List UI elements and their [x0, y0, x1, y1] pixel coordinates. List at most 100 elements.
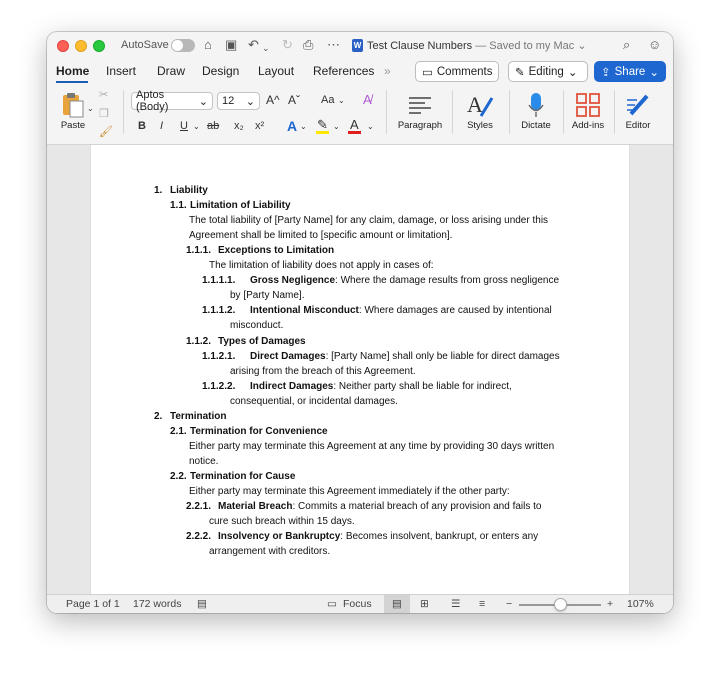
- clause-heading: Termination for Cause: [190, 470, 296, 482]
- clause-text: : Where damages are caused by intentiona…: [358, 305, 552, 317]
- autosave-toggle[interactable]: [171, 39, 195, 52]
- proofing-icon[interactable]: ▤: [197, 598, 207, 610]
- document-canvas[interactable]: 1. Liability 1.1. Limitation of Liability Th…: [47, 144, 673, 595]
- document-line[interactable]: notice.: [189, 455, 218, 469]
- subscript-button[interactable]: x₂: [234, 120, 244, 132]
- page-count[interactable]: Page 1 of 1: [66, 598, 120, 610]
- document-line[interactable]: cure such breach within 15 days.: [209, 515, 355, 529]
- document-line[interactable]: 1. Liability: [154, 184, 208, 198]
- chevron-down-icon[interactable]: ⌄: [367, 122, 374, 131]
- italic-button[interactable]: I: [160, 120, 163, 132]
- document-line[interactable]: Either party may terminate this Agreemen…: [189, 440, 554, 454]
- share-button[interactable]: ⇪ Share ⌄: [594, 61, 666, 82]
- minimize-window-button[interactable]: [75, 40, 87, 52]
- more-tabs-icon[interactable]: »: [384, 64, 391, 78]
- document-line[interactable]: Agreement shall be limited to [specific …: [189, 229, 452, 243]
- clipboard-icon: [61, 90, 85, 120]
- print-icon[interactable]: ⎙: [303, 37, 313, 53]
- clause-heading: Direct Damages: [250, 350, 326, 362]
- outline-view-icon[interactable]: ☰: [451, 598, 460, 610]
- document-line[interactable]: 1.1. Limitation of Liability: [170, 199, 291, 213]
- document-line[interactable]: 2.2. Termination for Cause: [170, 470, 295, 484]
- change-case-button[interactable]: Aa: [321, 94, 334, 106]
- document-line[interactable]: 2.1. Termination for Convenience: [170, 425, 328, 439]
- addins-button[interactable]: Add-ins: [569, 90, 607, 131]
- document-line[interactable]: by [Party Name].: [230, 289, 304, 303]
- document-line[interactable]: consequential, or incidental damages.: [230, 395, 398, 409]
- document-line[interactable]: 2.2.2. Insolvency or Bankruptcy: Becomes …: [186, 530, 538, 544]
- zoom-slider-thumb[interactable]: [554, 598, 567, 611]
- editing-button[interactable]: ✎ Editing ⌄: [508, 61, 588, 82]
- font-color-icon[interactable]: A: [350, 117, 359, 132]
- shrink-font-button[interactable]: Aˇ: [288, 93, 300, 107]
- font-size-select[interactable]: 12 ⌄: [217, 92, 260, 110]
- undo-dropdown-icon[interactable]: ⌄: [262, 40, 270, 56]
- paste-dropdown-icon[interactable]: ⌄: [87, 104, 94, 113]
- zoom-level[interactable]: 107%: [627, 598, 654, 610]
- bold-button[interactable]: B: [138, 120, 146, 132]
- paste-button[interactable]: Paste: [58, 90, 88, 131]
- document-line[interactable]: Either party may terminate this Agreemen…: [189, 485, 510, 499]
- save-icon[interactable]: ▣: [225, 37, 237, 53]
- title-bar: AutoSave ⌂ ▣ ↶ ⌄ ↻ ⎙ ⋯ W Test Clause Num…: [47, 32, 673, 58]
- document-line[interactable]: misconduct.: [230, 319, 283, 333]
- zoom-window-button[interactable]: [93, 40, 105, 52]
- zoom-in-button[interactable]: +: [607, 598, 613, 610]
- tab-references[interactable]: References: [313, 64, 374, 78]
- tab-insert[interactable]: Insert: [106, 64, 136, 78]
- document-line[interactable]: 1.1.2.2. Indirect Damages: Neither party …: [202, 380, 512, 394]
- document-title[interactable]: Test Clause Numbers — Saved to my Mac ⌄: [367, 39, 587, 52]
- editor-button[interactable]: Editor: [620, 90, 656, 131]
- text-effects-icon[interactable]: A: [287, 118, 297, 134]
- dictate-button[interactable]: Dictate: [516, 90, 556, 131]
- document-line[interactable]: 1.1.1.2. Intentional Misconduct: Where da…: [202, 304, 552, 318]
- document-line[interactable]: 2.2.1. Material Breach: Commits a materia…: [186, 500, 541, 514]
- close-window-button[interactable]: [57, 40, 69, 52]
- comments-button[interactable]: ▭ Comments: [415, 61, 499, 82]
- document-page[interactable]: 1. Liability 1.1. Limitation of Liability Th…: [90, 145, 630, 595]
- document-line[interactable]: 1.1.2. Types of Damages: [186, 335, 306, 349]
- tab-home[interactable]: Home: [56, 64, 89, 78]
- word-count[interactable]: 172 words: [133, 598, 181, 610]
- document-line[interactable]: 2. Termination: [154, 410, 226, 424]
- copy-icon[interactable]: ❐: [99, 107, 109, 120]
- document-line[interactable]: 1.1.1.1. Gross Negligence: Where the dama…: [202, 274, 559, 288]
- tab-layout[interactable]: Layout: [258, 64, 294, 78]
- underline-button[interactable]: U: [180, 120, 188, 132]
- font-name-select[interactable]: Aptos (Body) ⌄: [131, 89, 213, 113]
- grow-font-button[interactable]: A^: [266, 93, 280, 107]
- search-icon[interactable]: ⌕: [623, 37, 630, 53]
- strikethrough-button[interactable]: ab: [207, 120, 219, 132]
- chevron-down-icon[interactable]: ⌄: [193, 122, 200, 131]
- focus-button[interactable]: Focus: [343, 598, 372, 610]
- paragraph-button[interactable]: Paragraph: [394, 90, 446, 131]
- styles-button[interactable]: A Styles: [459, 90, 501, 131]
- redo-icon[interactable]: ↻: [282, 37, 293, 53]
- cut-icon[interactable]: ✂: [99, 88, 108, 101]
- document-line[interactable]: The total liability of [Party Name] for …: [189, 214, 548, 228]
- draft-view-icon[interactable]: ≡: [479, 598, 485, 610]
- home-icon[interactable]: ⌂: [204, 37, 212, 53]
- tab-design[interactable]: Design: [202, 64, 239, 78]
- clause-text: : Where the damage results from gross ne…: [335, 275, 560, 287]
- document-line[interactable]: arising from the breach of this Agreemen…: [230, 365, 416, 379]
- tab-draw[interactable]: Draw: [157, 64, 185, 78]
- document-line[interactable]: 1.1.1. Exceptions to Limitation: [186, 244, 334, 258]
- clause-heading: Exceptions to Limitation: [218, 245, 335, 257]
- document-line[interactable]: arrangement with creditors.: [209, 545, 330, 559]
- focus-icon[interactable]: ▭: [327, 598, 337, 610]
- account-icon[interactable]: ☺: [648, 37, 661, 53]
- document-line[interactable]: 1.1.2.1. Direct Damages: [Party Name] sha…: [202, 350, 560, 364]
- format-painter-icon[interactable]: 🖌: [99, 125, 113, 138]
- chevron-down-icon[interactable]: ⌄: [338, 96, 345, 105]
- more-icon[interactable]: ⋯: [327, 37, 340, 53]
- undo-icon[interactable]: ↶: [248, 37, 259, 53]
- clear-formatting-icon[interactable]: A̸: [363, 92, 372, 107]
- zoom-out-button[interactable]: −: [506, 598, 512, 610]
- print-layout-view-icon[interactable]: ▤: [384, 595, 410, 613]
- superscript-button[interactable]: x²: [255, 120, 264, 132]
- chevron-down-icon[interactable]: ⌄: [333, 122, 340, 131]
- chevron-down-icon[interactable]: ⌄: [300, 122, 307, 131]
- document-line[interactable]: The limitation of liability does not app…: [209, 259, 434, 273]
- web-layout-view-icon[interactable]: ⊞: [420, 598, 429, 610]
